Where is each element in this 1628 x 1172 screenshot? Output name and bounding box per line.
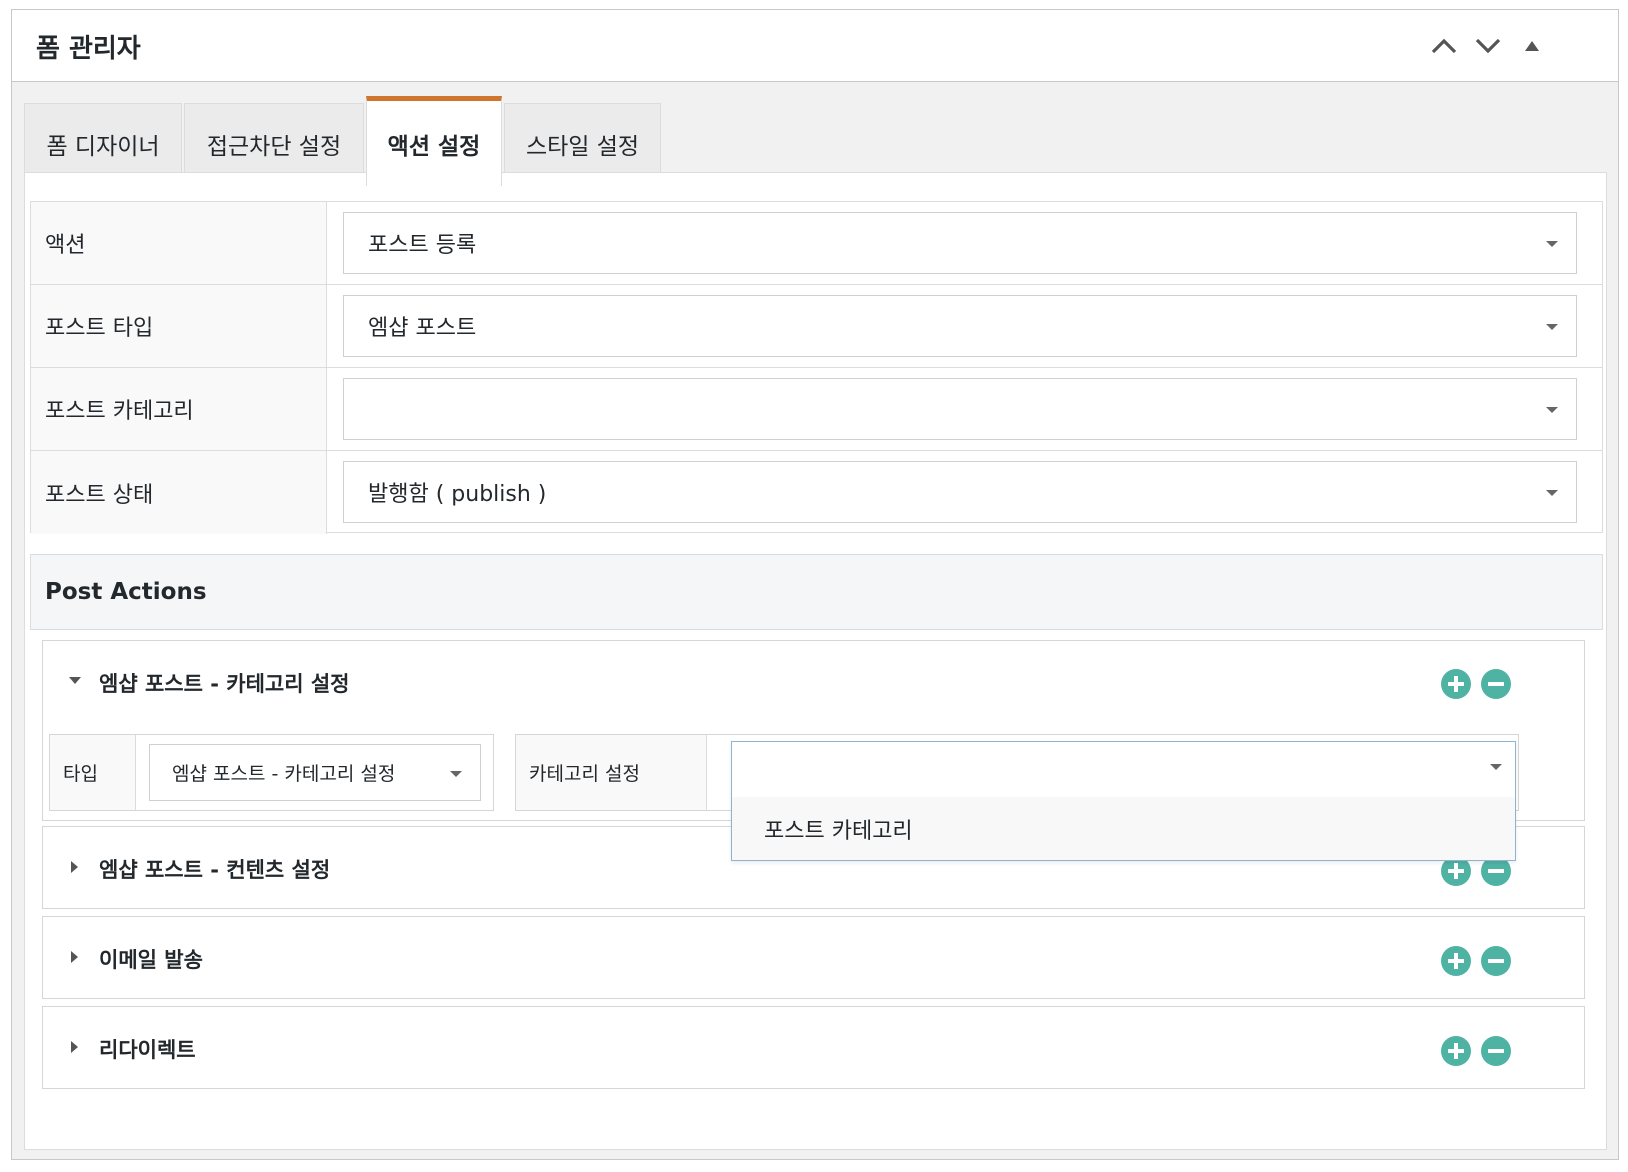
dropdown-option[interactable]: 포스트 카테고리 xyxy=(732,797,1515,860)
setting-row-post-category: 포스트 카테고리 xyxy=(31,368,1602,451)
triangle-right-icon xyxy=(71,861,78,873)
action-title: 이메일 발송 xyxy=(99,948,203,972)
setting-row-action: 액션 포스트 등록 xyxy=(31,202,1602,285)
chevron-down-icon xyxy=(1475,38,1501,54)
caret-down-icon xyxy=(1490,764,1502,770)
tab-label: 액션 설정 xyxy=(387,133,481,160)
setting-label: 포스트 카테고리 xyxy=(31,368,327,450)
caret-down-icon xyxy=(1546,241,1558,247)
select-value: 포스트 등록 xyxy=(368,233,477,258)
tab-label: 스타일 설정 xyxy=(525,133,640,160)
setting-row-post-status: 포스트 상태 발행함 ( publish ) xyxy=(31,451,1602,534)
panel-title: 폼 관리자 xyxy=(36,34,141,64)
select-value: 엠샵 포스트 xyxy=(368,316,477,341)
type-select[interactable]: 엠샵 포스트 - 카테고리 설정 xyxy=(149,744,481,801)
remove-action-button[interactable] xyxy=(1481,669,1511,699)
expand-toggle[interactable] xyxy=(65,1037,85,1057)
post-type-select[interactable]: 엠샵 포스트 xyxy=(343,295,1577,357)
tab-access-block[interactable]: 접근차단 설정 xyxy=(184,103,364,183)
action-item-email: 이메일 발송 xyxy=(42,916,1585,999)
post-status-select[interactable]: 발행함 ( publish ) xyxy=(343,461,1577,523)
category-dropdown: 포스트 카테고리 xyxy=(731,741,1516,861)
form-manager-panel: 폼 관리자 폼 디자이너 접근차단 설정 액션 설정 스타일 설정 액션 포스트… xyxy=(11,9,1619,1160)
tab-label: 폼 디자이너 xyxy=(46,133,160,160)
type-field: 타입 엠샵 포스트 - 카테고리 설정 xyxy=(49,734,494,811)
setting-row-post-type: 포스트 타입 엠샵 포스트 xyxy=(31,285,1602,368)
tab-action-settings[interactable]: 액션 설정 xyxy=(366,96,502,186)
remove-action-button[interactable] xyxy=(1481,1036,1511,1066)
caret-down-icon xyxy=(1546,324,1558,330)
collapse-panel-button[interactable] xyxy=(1514,28,1550,64)
action-settings-table: 액션 포스트 등록 포스트 타입 엠샵 포스트 포스트 카테고리 포스트 상태 … xyxy=(30,201,1603,534)
triangle-right-icon xyxy=(71,1041,78,1053)
action-title: 엠샵 포스트 - 컨텐츠 설정 xyxy=(99,858,331,882)
move-down-button[interactable] xyxy=(1470,28,1506,64)
add-action-button[interactable] xyxy=(1441,1036,1471,1066)
expand-toggle[interactable] xyxy=(65,947,85,967)
add-action-button[interactable] xyxy=(1441,669,1471,699)
action-title: 리다이렉트 xyxy=(99,1038,196,1062)
panel-header: 폼 관리자 xyxy=(12,10,1618,82)
tab-form-designer[interactable]: 폼 디자이너 xyxy=(24,103,182,183)
setting-label: 액션 xyxy=(31,202,327,284)
select-value: 발행함 ( publish ) xyxy=(368,482,547,507)
remove-action-button[interactable] xyxy=(1481,946,1511,976)
chevron-up-icon xyxy=(1431,38,1457,54)
category-select-open[interactable] xyxy=(732,742,1515,797)
post-actions-title: Post Actions xyxy=(45,579,207,605)
category-label: 카테고리 설정 xyxy=(516,735,707,810)
add-action-button[interactable] xyxy=(1441,946,1471,976)
caret-down-icon xyxy=(450,771,462,777)
type-label: 타입 xyxy=(50,735,136,810)
expand-toggle[interactable] xyxy=(65,857,85,877)
post-category-select[interactable] xyxy=(343,378,1577,440)
triangle-right-icon xyxy=(71,951,78,963)
option-label: 포스트 카테고리 xyxy=(764,818,913,844)
action-item-redirect: 리다이렉트 xyxy=(42,1006,1585,1089)
setting-label: 포스트 상태 xyxy=(31,451,327,534)
tab-label: 접근차단 설정 xyxy=(206,133,342,160)
caret-down-icon xyxy=(1546,490,1558,496)
triangle-down-icon xyxy=(69,677,81,684)
select-value: 엠샵 포스트 - 카테고리 설정 xyxy=(172,763,396,785)
caret-down-icon xyxy=(1546,407,1558,413)
setting-label: 포스트 타입 xyxy=(31,285,327,367)
action-select[interactable]: 포스트 등록 xyxy=(343,212,1577,274)
action-title: 엠샵 포스트 - 카테고리 설정 xyxy=(99,672,350,696)
tab-content: 액션 포스트 등록 포스트 타입 엠샵 포스트 포스트 카테고리 포스트 상태 … xyxy=(24,172,1607,1150)
tab-style-settings[interactable]: 스타일 설정 xyxy=(504,103,661,183)
move-up-button[interactable] xyxy=(1426,28,1462,64)
post-actions-header: Post Actions xyxy=(30,554,1603,630)
triangle-up-icon xyxy=(1525,41,1539,51)
collapse-toggle[interactable] xyxy=(65,671,85,691)
